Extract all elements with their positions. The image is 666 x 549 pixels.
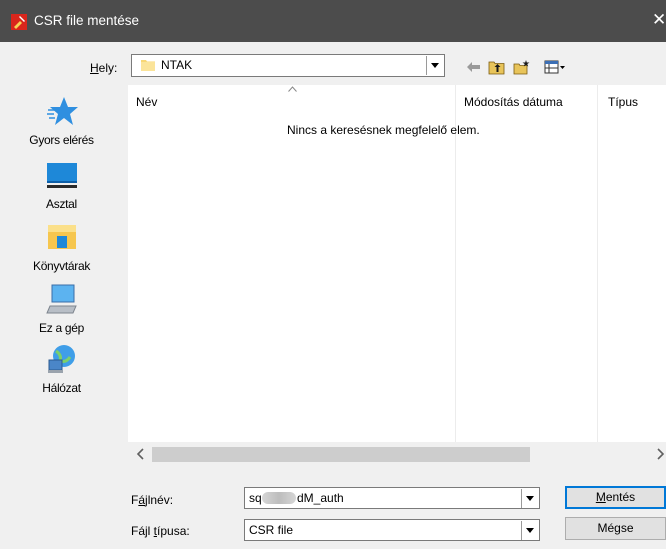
location-dropdown[interactable]: NTAK xyxy=(131,54,445,77)
horizontal-scrollbar[interactable] xyxy=(128,442,666,466)
folder-icon xyxy=(141,60,155,71)
column-divider xyxy=(597,85,598,442)
library-icon xyxy=(47,225,76,249)
window-title: CSR file mentése xyxy=(34,13,140,28)
chevron-down-icon[interactable] xyxy=(426,56,443,75)
filename-input[interactable]: sq dM_auth xyxy=(244,487,540,509)
scroll-right-icon[interactable] xyxy=(654,448,666,460)
scrollbar-thumb[interactable] xyxy=(152,447,530,462)
places-bar: Gyors elérés Asztal Könyvtárak Ez a gép xyxy=(0,85,123,465)
place-label: Ez a gép xyxy=(39,321,84,335)
filename-value-suffix: dM_auth xyxy=(297,491,344,505)
computer-icon xyxy=(45,284,77,314)
column-header-name[interactable]: Név xyxy=(136,95,157,109)
column-header-type[interactable]: Típus xyxy=(608,95,638,109)
filetype-label: Fájl típusa: xyxy=(131,524,190,538)
star-icon xyxy=(46,97,78,125)
place-this-pc[interactable]: Ez a gép xyxy=(0,283,123,335)
place-label: Hálózat xyxy=(42,381,81,395)
place-label: Asztal xyxy=(46,197,77,211)
place-quick-access[interactable]: Gyors elérés xyxy=(0,95,123,147)
title-bar: CSR file mentése ✕ xyxy=(0,0,666,42)
empty-message: Nincs a keresésnek megfelelő elem. xyxy=(287,123,480,137)
place-label: Gyors elérés xyxy=(29,133,94,147)
location-label: Hely: xyxy=(90,61,118,75)
desktop-icon xyxy=(46,163,77,188)
back-icon[interactable] xyxy=(465,59,483,75)
file-list[interactable]: Név Módosítás dátuma Típus Nincs a keres… xyxy=(128,85,666,466)
save-button[interactable]: Mentés xyxy=(565,486,666,509)
column-header-modified[interactable]: Módosítás dátuma xyxy=(464,95,563,109)
column-divider xyxy=(455,85,456,442)
scroll-left-icon[interactable] xyxy=(135,448,147,460)
chevron-down-icon[interactable] xyxy=(521,489,538,508)
close-icon[interactable]: ✕ xyxy=(652,10,666,30)
filetype-select[interactable]: CSR file xyxy=(244,519,540,541)
location-value: NTAK xyxy=(161,58,193,72)
redacted-region xyxy=(262,492,296,504)
filetype-value: CSR file xyxy=(249,523,294,537)
filename-label: Fájlnév: xyxy=(131,493,174,507)
view-menu-icon[interactable] xyxy=(544,59,566,75)
network-icon xyxy=(47,345,75,373)
place-label: Könyvtárak xyxy=(32,259,91,273)
place-desktop[interactable]: Asztal xyxy=(0,161,123,211)
cancel-button[interactable]: Mégse xyxy=(565,517,666,540)
filename-value-prefix: sq xyxy=(249,491,262,505)
app-icon xyxy=(11,14,27,30)
new-folder-icon[interactable] xyxy=(513,59,531,75)
sort-arrow-icon xyxy=(288,86,297,92)
place-network[interactable]: Hálózat xyxy=(0,343,123,395)
chevron-down-icon[interactable] xyxy=(521,521,538,540)
place-libraries[interactable]: Könyvtárak xyxy=(0,221,123,273)
up-folder-icon[interactable] xyxy=(488,59,506,75)
